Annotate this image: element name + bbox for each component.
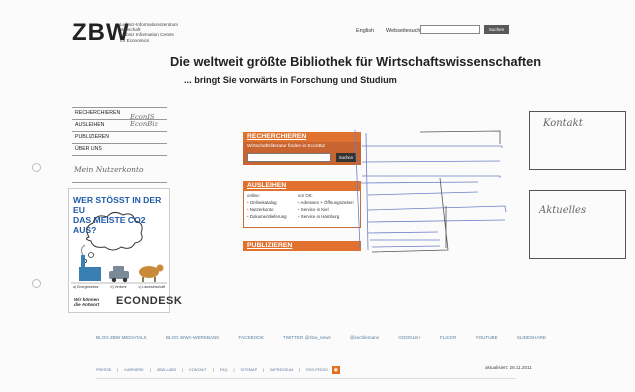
footer-link[interactable]: BLOG WWA-WERKBANK — [166, 335, 219, 340]
language-link[interactable]: English — [356, 28, 374, 34]
last-updated: aktualisiert: 28.11.2011 — [485, 365, 532, 370]
ad-brand: ECONDESK — [116, 295, 183, 307]
footer-link[interactable]: TWITTER @zbw_news — [283, 335, 331, 340]
ausleihen-link-kiel[interactable]: • Service in Kiel — [298, 206, 354, 213]
footer-meta-links: PRESSE | KARRIERE | ZBW-LABS | KONTAKT | FAQ… — [96, 366, 516, 374]
footer-link[interactable]: SLIDESHARE — [517, 335, 546, 340]
footer-meta-link[interactable]: SITEMAP — [240, 368, 257, 372]
ausleihen-vor-ort-column: vor Ort: • Adressen + Öffnungszeiten • S… — [298, 192, 354, 220]
link-label: Service in Kiel — [300, 207, 329, 212]
footer-link[interactable]: YOUTUBE — [475, 335, 497, 340]
link-label: Service in Hamburg — [300, 214, 340, 219]
footer-social-links: BLOG ZBW MEDIATALK BLOG WWA-WERKBANK FAC… — [96, 335, 546, 340]
separator: | — [212, 368, 214, 372]
footer-link[interactable]: BLOG ZBW MEDIATALK — [96, 335, 147, 340]
link-label: Adressen + Öffnungszeiten — [300, 200, 354, 205]
ausleihen-link-adressen[interactable]: • Adressen + Öffnungszeiten — [298, 199, 354, 206]
ad-caption-item: c) Landwirtschaft — [138, 285, 165, 289]
footer-meta-link[interactable]: FAQ — [220, 368, 228, 372]
ad-tagline-line: die Antwort — [74, 302, 100, 308]
logo-text: Leibniz-Informationszentrum Wirtschaft L… — [120, 22, 200, 43]
separator: | — [149, 368, 151, 372]
footer-link[interactable]: FACEBOOK — [239, 335, 264, 340]
aktuelles-sketch-box[interactable]: Aktuelles — [529, 190, 626, 259]
ausleihen-link-onlinekatalog[interactable]: • Onlinekatalog — [247, 199, 287, 206]
separator: | — [182, 368, 184, 372]
kontakt-label: Kontakt — [543, 118, 583, 129]
link-label: Onlinekatalog — [249, 200, 277, 205]
punch-hole-bottom — [32, 279, 41, 288]
ad-tagline: Wir können die Antwort — [74, 297, 99, 308]
footer-link[interactable]: FLICKR — [440, 335, 456, 340]
aktuelles-label: Aktuelles — [539, 205, 587, 216]
footer-meta-link[interactable]: PRESSE — [96, 368, 111, 372]
logo-text-line: for Economics — [120, 37, 150, 43]
econbiz-search-label: Wirtschaftsliteratur finden in EconBiz — [247, 144, 326, 149]
section-recherchieren-heading[interactable]: RECHERCHIEREN — [243, 132, 361, 142]
kontakt-sketch-box[interactable]: Kontakt — [529, 111, 626, 170]
econdesk-ad[interactable]: WER STÖSST IN DER EU DAS MEISTE CO2 AUS?… — [68, 188, 182, 313]
separator: | — [117, 368, 119, 372]
econbiz-search-input[interactable] — [247, 153, 331, 162]
page-subheadline: ... bringt Sie vorwärts in Forschung und… — [184, 75, 397, 85]
punch-hole-top — [32, 163, 41, 172]
handwritten-nav-note-line: EconBiz — [130, 120, 158, 128]
footer-meta-link[interactable]: ZBW-LABS — [157, 368, 176, 372]
separator: | — [233, 368, 235, 372]
page-headline: Die weltweit größte Bibliothek für Wirts… — [170, 54, 542, 69]
nav-divider — [72, 182, 167, 183]
econbiz-search-box: Wirtschaftsliteratur finden in EconBiz S… — [243, 142, 361, 165]
separator: | — [263, 368, 265, 372]
link-label: Dokumentlieferung — [249, 214, 287, 219]
ad-caption: a) Energiesektor b) Verkehr c) Landwirts… — [73, 285, 165, 289]
section-ausleihen-heading[interactable]: AUSLEIHEN — [243, 181, 361, 191]
ad-caption-item: a) Energiesektor — [73, 285, 99, 289]
footer-link[interactable]: GOOGLE+ — [398, 335, 421, 340]
column-title: vor Ort: — [298, 193, 313, 198]
footer-meta-link[interactable]: KARRIERE — [124, 368, 143, 372]
section-publizieren-heading[interactable]: PUBLIZIEREN — [243, 241, 361, 251]
site-search-input[interactable] — [420, 25, 480, 34]
footer-meta-link[interactable]: KONTAKT — [189, 368, 207, 372]
ausleihen-link-dokumentlieferung[interactable]: • Dokumentlieferung — [247, 213, 287, 220]
rss-icon[interactable]: ◉ — [331, 366, 340, 374]
ausleihen-online-column: online: • Onlinekatalog • Nutzerkonto • … — [247, 192, 287, 220]
separator: | — [299, 368, 301, 372]
site-search-button[interactable]: Suchen — [484, 25, 509, 34]
footer-divider — [96, 378, 516, 379]
handwritten-nav-item: Mein Nutzerkonto — [74, 165, 144, 174]
nav-item-publizieren[interactable]: PUBLIZIEREN — [72, 131, 167, 143]
ad-illustration — [71, 211, 167, 284]
service-panel: RECHERCHIEREN Wirtschaftsliteratur finde… — [243, 132, 361, 251]
ausleihen-link-nutzerkonto[interactable]: • Nutzerkonto — [247, 206, 287, 213]
link-label: Nutzerkonto — [249, 207, 274, 212]
econbiz-search-button[interactable]: Suchen — [336, 153, 356, 162]
nav-item-ueber-uns[interactable]: ÜBER UNS — [72, 143, 167, 156]
footer-meta-link[interactable]: IMPRESSUM — [270, 368, 293, 372]
ausleihen-links: online: • Onlinekatalog • Nutzerkonto • … — [243, 191, 361, 228]
footer-meta-link[interactable]: RSS-FEEDS — [306, 368, 328, 372]
handwritten-nav-note: EconIS EconBiz — [130, 114, 158, 128]
ad-caption-item: b) Verkehr — [110, 285, 127, 289]
footer-link[interactable]: @kochlemann — [350, 335, 379, 340]
column-title: online: — [247, 193, 260, 198]
ausleihen-link-hamburg[interactable]: • Service in Hamburg — [298, 213, 354, 220]
